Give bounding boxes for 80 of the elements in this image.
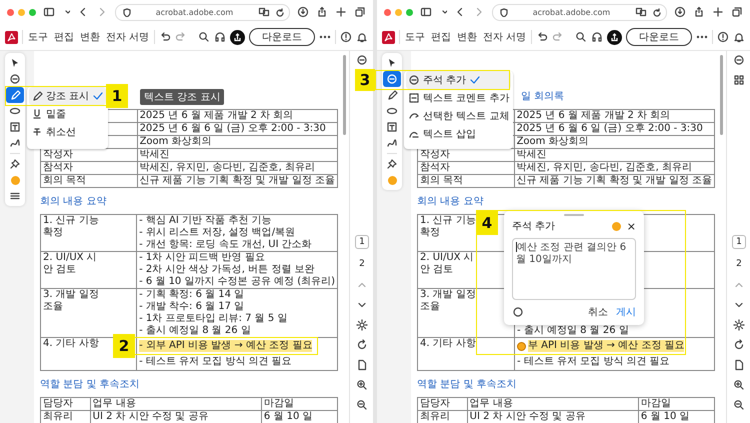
list-item: - 6 월 10 일까지 수정본 공유 예정 (최유리) bbox=[139, 276, 335, 288]
table-cell: 회의 목적 bbox=[418, 174, 514, 188]
column-header: 마감일 bbox=[261, 398, 338, 410]
section-heading: 회의 내용 요약 bbox=[40, 196, 108, 209]
table-cell: 2025 년 6 월 제품 개발 2 차 회의 bbox=[514, 110, 714, 122]
list-item: - 테스트 유저 모집 방식 의견 필요 bbox=[517, 356, 670, 368]
table-cell: 신규 제품 기능 기획 확정 및 개발 일정 조율 bbox=[137, 174, 338, 188]
menu-button[interactable]: 전자 서명 bbox=[106, 30, 150, 44]
step-marker: 1 bbox=[106, 84, 128, 108]
list-item: - 위시 리스트 저장, 설정 백업/복원 bbox=[139, 227, 296, 239]
list-item: - 개발 착수: 6 월 17 일 bbox=[139, 301, 246, 313]
menu-item[interactable]: 강조 표시 bbox=[29, 87, 106, 105]
cancel-button[interactable]: 취소 bbox=[588, 305, 608, 319]
download-button[interactable]: 다운로드 bbox=[249, 28, 315, 46]
address-bar[interactable]: acrobat.adobe.com bbox=[492, 4, 667, 20]
menu-item[interactable]: 텍스트 코멘트 추가 bbox=[406, 89, 512, 107]
column-header: 마감일 bbox=[638, 398, 714, 410]
list-item: 부 API 비용 발생 → 예산 조정 필요 bbox=[528, 340, 684, 352]
table-cell: 박세진, 유지민, 송다빈, 김준호, 최유리 bbox=[137, 162, 338, 174]
step-marker: 4 bbox=[476, 211, 498, 235]
table-cell: Zoom 화상회의 bbox=[137, 136, 338, 148]
table-cell: 4. 기타 사항 bbox=[418, 338, 514, 370]
section-heading: 역할 분담 및 후속조치 bbox=[417, 379, 518, 392]
popup-title: 주석 추가 bbox=[512, 220, 556, 233]
download-button[interactable]: 다운로드 bbox=[626, 28, 692, 46]
section-heading: 역할 분담 및 후속조치 bbox=[40, 379, 141, 392]
list-item: - 개선 항목: 로딩 속도 개선, UI 간소화 bbox=[139, 239, 313, 251]
list-item: - 출시 예정일 8 월 26 일 bbox=[517, 325, 630, 337]
step-marker: 3 bbox=[355, 69, 375, 91]
menu-item[interactable]: 취소선 bbox=[29, 123, 106, 141]
table-cell: 2. UI/UX 시안 검토 bbox=[40, 252, 137, 288]
list-item: - 핵심 AI 기반 작품 추천 기능 bbox=[139, 215, 273, 227]
table-cell: 박세진, 유지민, 송다빈, 김준호, 최유리 bbox=[514, 162, 714, 174]
menu-button[interactable]: 변환 bbox=[80, 30, 100, 44]
table-cell: 2025 년 6 월 6 일 (금) 오후 2:00 - 3:30 bbox=[137, 122, 338, 136]
table-cell: 박세진 bbox=[514, 148, 714, 162]
column-header: 업무 내용 bbox=[90, 398, 262, 410]
comment-field[interactable]: 예산 조정 관련 결의안 6월 10일까지 bbox=[512, 238, 636, 300]
table-cell: 1. 신규 기능 확정 bbox=[40, 214, 137, 252]
address-bar[interactable]: acrobat.adobe.com bbox=[115, 4, 290, 20]
close-button[interactable]: × bbox=[626, 220, 636, 232]
list-item: - 기획 확정: 6 월 14 일 bbox=[139, 289, 246, 301]
menu-item[interactable]: 선택한 텍스트 교체 bbox=[406, 107, 512, 125]
table-cell: 최유리 bbox=[40, 410, 90, 423]
page-number[interactable]: 2 bbox=[732, 257, 746, 271]
menu-item[interactable]: 주석 추가 bbox=[406, 71, 512, 89]
list-item: - 2차 시안 색상 가독성, 버튼 정렬 보완 bbox=[139, 264, 316, 276]
menu-item[interactable]: 텍스트 삽입 bbox=[406, 125, 512, 143]
column-header: 담당자 bbox=[418, 398, 468, 410]
table-cell: 참석자 bbox=[40, 162, 138, 174]
list-item: - 외부 API 비용 발생 → 예산 조정 필요 bbox=[139, 340, 312, 352]
menu-button[interactable]: 편집 bbox=[431, 30, 451, 44]
step-marker: 2 bbox=[113, 334, 135, 358]
list-item: - 1차 프로토타입 리뷰: 7 월 5 일 bbox=[139, 313, 288, 325]
table-cell: 최유리 bbox=[418, 410, 468, 423]
page-number[interactable]: 2 bbox=[355, 257, 369, 271]
table-cell: 회의 목적 bbox=[40, 174, 138, 188]
table-cell: 2025 년 6 월 제품 개발 2 차 회의 bbox=[137, 110, 338, 122]
section-heading: 회의 내용 요약 bbox=[417, 196, 484, 209]
document-title: 일 회의록 bbox=[521, 91, 566, 104]
table-cell: 2025 년 6 월 6 일 (금) 오후 2:00 - 3:30 bbox=[514, 122, 714, 136]
column-header: 담당자 bbox=[40, 398, 90, 410]
list-item: - 테스트 유저 모집 방식 의견 필요 bbox=[139, 356, 292, 368]
tooltip: 텍스트 강조 표시 bbox=[140, 89, 224, 105]
post-button[interactable]: 게시 bbox=[616, 305, 636, 319]
table-cell: Zoom 화상회의 bbox=[514, 136, 714, 148]
menu-button[interactable]: 변환 bbox=[457, 30, 477, 44]
menu-item[interactable]: 밑줄 bbox=[29, 105, 106, 123]
menu-button[interactable]: 도구 bbox=[28, 30, 48, 44]
table-cell: 신규 제품 기능 기획 확정 및 개발 일정 조율 bbox=[514, 174, 714, 188]
menu-button[interactable]: 전자 서명 bbox=[483, 30, 526, 44]
page-number[interactable]: 1 bbox=[732, 235, 746, 249]
table-cell: 참석자 bbox=[418, 162, 514, 174]
list-item: - 1차 시안 피드백 반영 필요 bbox=[139, 252, 266, 264]
table-cell: 박세진 bbox=[137, 148, 338, 162]
page-number[interactable]: 1 bbox=[355, 235, 369, 249]
list-item: - 출시 예정일 8 월 26 일 bbox=[139, 325, 252, 337]
column-header: 업무 내용 bbox=[467, 398, 638, 410]
menu-button[interactable]: 편집 bbox=[54, 30, 74, 44]
menu-button[interactable]: 도구 bbox=[405, 30, 425, 44]
